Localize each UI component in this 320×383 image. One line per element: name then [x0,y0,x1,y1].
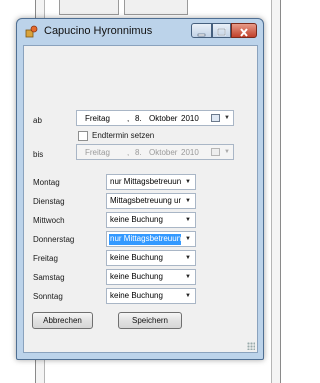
booking-dropdown[interactable]: keine Buchung ▼ [106,250,196,266]
maximize-button[interactable] [212,23,231,38]
end-date-checkbox[interactable] [78,131,88,141]
chevron-down-icon[interactable]: ▼ [185,236,191,242]
weekday-label: Donnerstag [33,235,75,244]
calendar-icon [211,148,220,156]
start-month: Oktober [149,114,178,123]
end-month: Oktober [149,148,178,157]
booking-dropdown[interactable]: nur Mittagsbetreuung ▼ [106,174,196,190]
chevron-down-icon[interactable]: ▼ [185,198,191,204]
end-weekday: Freitag [85,148,110,157]
minimize-icon [197,33,206,37]
weekday-label: Mittwoch [33,216,65,225]
weekday-label: Freitag [33,254,58,263]
app-icon [25,25,38,38]
start-year: 2010 [181,114,199,123]
chevron-down-icon[interactable]: ▼ [185,274,191,280]
end-date-picker: Freitag , 8. Oktober 2010 ▼ [76,144,234,160]
chevron-down-icon[interactable]: ▼ [185,179,191,185]
booking-dropdown-value: keine Buchung [110,272,163,281]
calendar-icon[interactable] [211,114,220,122]
booking-dropdown[interactable]: Mittagsbetreuung und ▼ [106,193,196,209]
weekday-label: Dienstag [33,197,65,206]
start-date-picker[interactable]: Freitag , 8. Oktober 2010 ▼ [76,110,234,126]
booking-dropdown-value: Mittagsbetreuung und [110,196,181,205]
end-year: 2010 [181,148,199,157]
resize-grip[interactable] [247,342,255,350]
end-date-checkbox-label: Endtermin setzen [92,131,155,140]
end-day: 8. [135,148,142,157]
booking-dropdown-value: keine Buchung [110,215,163,224]
minimize-button[interactable] [191,23,212,38]
weekday-label: Samstag [33,273,65,282]
booking-dropdown[interactable]: keine Buchung ▼ [106,212,196,228]
booking-dropdown-value: nur Mittagsbetreuung [109,234,181,245]
chevron-down-icon[interactable]: ▼ [185,255,191,261]
date-separator: , [127,148,130,157]
close-icon [240,28,248,37]
window-title: Capucino Hyronnimus [44,25,153,37]
background-tab [124,0,188,15]
form-client-area: ab Freitag , 8. Oktober 2010 ▼ Endtermin… [23,45,258,353]
chevron-down-icon[interactable]: ▼ [185,217,191,223]
close-button[interactable] [231,23,257,38]
booking-dropdown[interactable]: keine Buchung ▼ [106,269,196,285]
booking-dropdown[interactable]: keine Buchung ▼ [106,288,196,304]
chevron-down-icon[interactable]: ▼ [185,293,191,299]
booking-dropdown-value: keine Buchung [110,253,163,262]
dialog-window: Capucino Hyronnimus ab Freitag , 8. Okto… [16,18,264,360]
chevron-down-icon: ▼ [224,149,230,155]
weekday-label: Sonntag [33,292,63,301]
maximize-icon [217,28,226,36]
booking-dropdown-value: nur Mittagsbetreuung [110,177,181,186]
booking-dropdown-value: keine Buchung [110,291,163,300]
cancel-button[interactable]: Abbrechen [32,312,93,329]
date-separator: , [127,114,130,123]
title-bar[interactable]: Capucino Hyronnimus [17,19,263,45]
booking-dropdown[interactable]: nur Mittagsbetreuung ▼ [106,231,196,247]
start-day: 8. [135,114,142,123]
chevron-down-icon[interactable]: ▼ [224,115,230,121]
weekday-label: Montag [33,178,60,187]
start-weekday: Freitag [85,114,110,123]
start-date-label: ab [33,116,42,125]
background-tab [59,0,119,15]
save-button[interactable]: Speichern [118,312,182,329]
end-date-label: bis [33,150,44,159]
